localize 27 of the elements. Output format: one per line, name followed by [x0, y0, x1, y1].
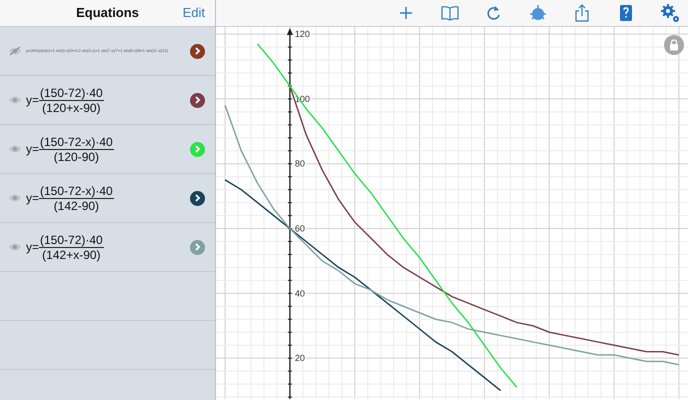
chevron-icon[interactable] — [190, 44, 205, 58]
lock-icon[interactable] — [664, 35, 684, 55]
numerator: (150-72)·40 — [39, 232, 104, 248]
sphere-icon[interactable] — [528, 3, 548, 23]
equation-prefix: y= — [26, 239, 40, 256]
settings-icon[interactable] — [660, 3, 680, 23]
axis-tick-label: 60 — [294, 224, 305, 234]
axis-tick-label: 20 — [294, 353, 305, 364]
denominator: (120-90) — [54, 150, 100, 164]
edit-button[interactable]: Edit — [182, 5, 205, 21]
denominator: (142-90) — [54, 198, 100, 212]
equation-prefix: y= — [26, 190, 40, 207]
chevron-icon[interactable] — [190, 92, 205, 108]
sidebar-title: Equations — [76, 4, 139, 22]
axis-tick-label: 80 — [294, 158, 305, 169]
denominator: (120+x-90) — [42, 100, 101, 114]
book-icon[interactable] — [440, 3, 460, 23]
axis-tick-label: 40 — [294, 288, 305, 298]
eye-crossed-icon[interactable] — [8, 46, 22, 56]
numerator: (150-72)·40 — [39, 86, 104, 100]
chevron-icon[interactable] — [190, 190, 205, 206]
equation-prefix: y= — [26, 141, 40, 158]
numerator: (150-72-x)·40 — [39, 184, 114, 198]
numerator: (150-72-x)·40 — [39, 134, 114, 150]
denominator: (142+x-90) — [42, 248, 101, 262]
axis-tick-label: 120 — [294, 29, 310, 40]
equation-prefix: y= — [26, 92, 40, 109]
